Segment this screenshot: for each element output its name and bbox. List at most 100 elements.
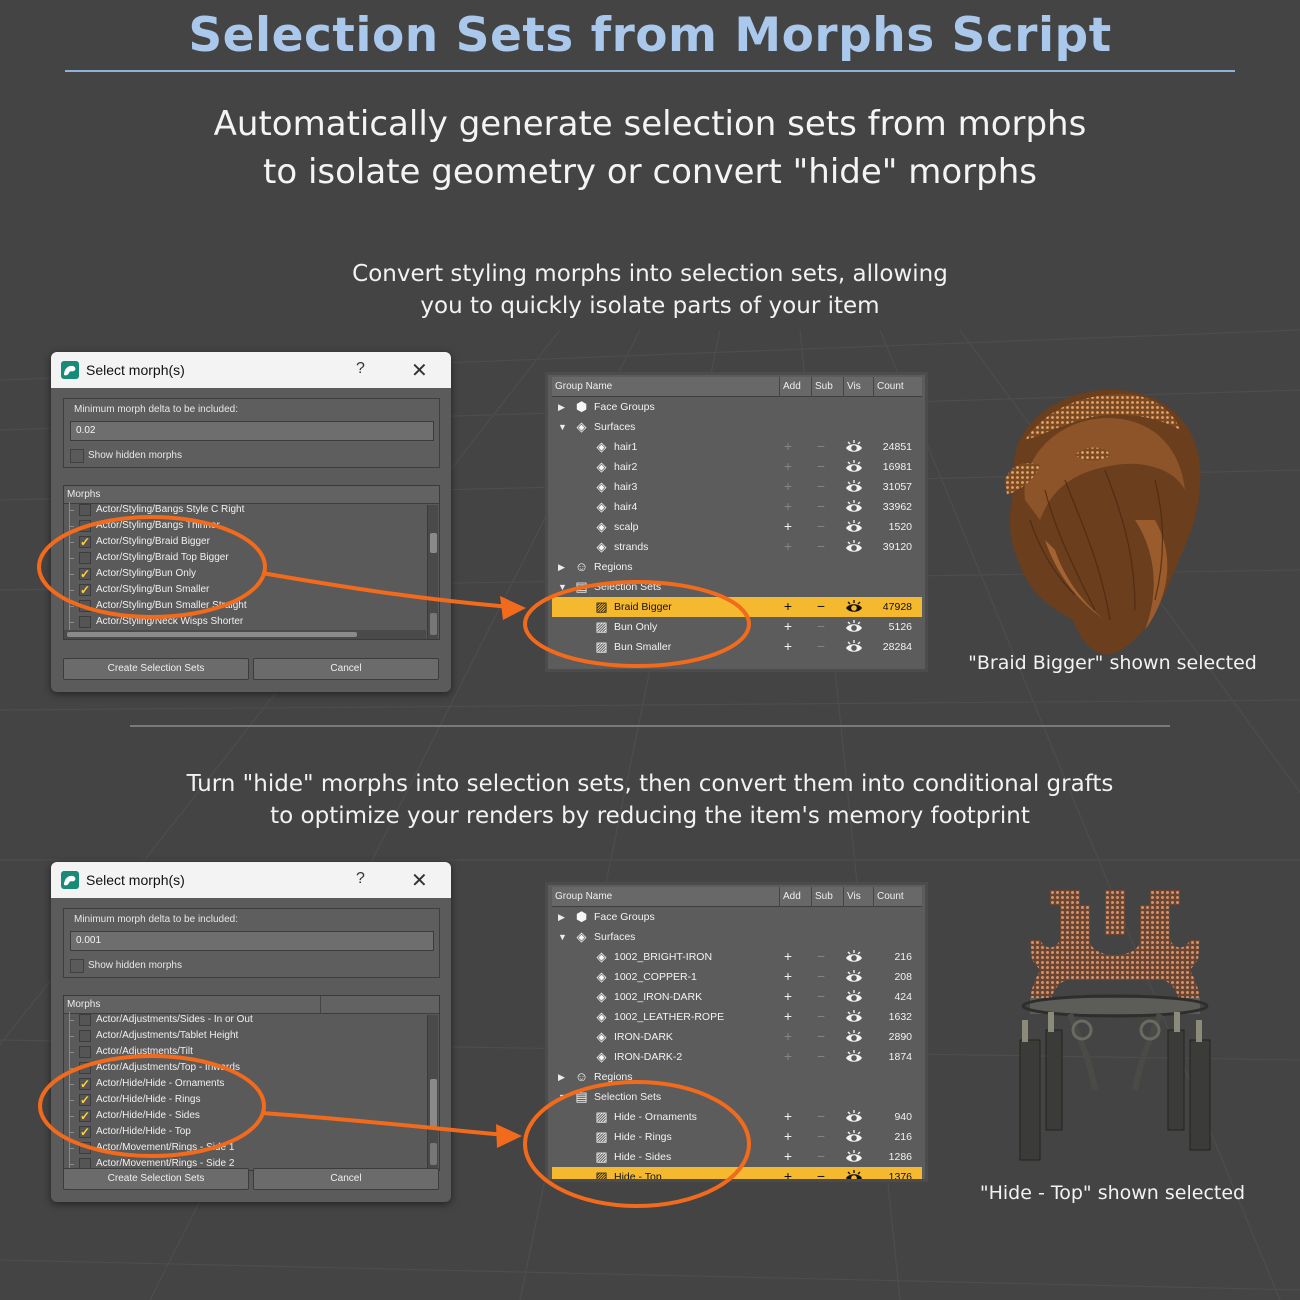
visibility-eye-icon[interactable] (845, 949, 863, 965)
subtract-button[interactable]: − (815, 458, 827, 474)
col-group-name[interactable]: Group Name (552, 887, 780, 907)
selection-set-row[interactable]: ▨ Hide - Sides + − 1286 (552, 1147, 922, 1167)
subtract-button[interactable]: − (815, 1168, 827, 1179)
morph-list-item[interactable]: Actor/Adjustments/Tablet Height (64, 1028, 426, 1044)
surface-row[interactable]: ◈ IRON-DARK-2 + − 1874 (552, 1047, 922, 1067)
morph-list-item[interactable]: ✓ Actor/Hide/Hide - Top (64, 1124, 426, 1140)
morph-list-item[interactable]: ✓ Actor/Styling/Bun Only (64, 566, 426, 582)
col-count[interactable]: Count (874, 377, 922, 397)
selection-set-row-selected[interactable]: ▨ Hide - Top + − 1376 (552, 1167, 922, 1179)
group-row-selection-sets[interactable]: ▼ ▤ Selection Sets (552, 577, 922, 597)
morph-checkbox[interactable] (79, 520, 91, 532)
help-button[interactable]: ? (356, 870, 365, 888)
visibility-eye-icon[interactable] (845, 619, 863, 635)
subtract-button[interactable]: − (815, 1148, 827, 1164)
morph-list-item[interactable]: ✓ Actor/Hide/Hide - Ornaments (64, 1076, 426, 1092)
group-row-selection-sets[interactable]: ▼ ▤ Selection Sets (552, 1087, 922, 1107)
scroll-arrows-icon[interactable] (430, 1143, 437, 1165)
selection-set-row[interactable]: ▨ Bun Only + − 5126 (552, 617, 922, 637)
selection-set-row[interactable]: ▨ Bun Smaller + − 28284 (552, 637, 922, 657)
add-button[interactable]: + (782, 458, 794, 474)
morph-checkbox[interactable] (79, 1014, 91, 1026)
subtract-button[interactable]: − (815, 988, 827, 1004)
selection-set-row[interactable]: ▨ Hide - Rings + − 216 (552, 1127, 922, 1147)
add-button[interactable]: + (782, 638, 794, 654)
vertical-scrollbar[interactable] (427, 505, 438, 639)
morph-checkbox[interactable] (79, 1142, 91, 1154)
visibility-eye-icon[interactable] (845, 639, 863, 655)
col-add[interactable]: Add (780, 377, 812, 397)
show-hidden-checkbox[interactable] (70, 449, 84, 463)
surface-row[interactable]: ◈ hair1 + − 24851 (552, 437, 922, 457)
group-row-surfaces[interactable]: ▼ ◈ Surfaces (552, 927, 922, 947)
morph-checkbox[interactable] (79, 504, 91, 516)
selection-set-row[interactable]: ▨ Hide - Ornaments + − 940 (552, 1107, 922, 1127)
subtract-button[interactable]: − (815, 498, 827, 514)
surface-row[interactable]: ◈ 1002_COPPER-1 + − 208 (552, 967, 922, 987)
add-button[interactable]: + (782, 988, 794, 1004)
add-button[interactable]: + (782, 1128, 794, 1144)
morph-checkbox[interactable] (79, 1030, 91, 1042)
visibility-eye-icon[interactable] (845, 499, 863, 515)
morph-list-item[interactable]: Actor/Adjustments/Top - Inwards (64, 1060, 426, 1076)
visibility-eye-icon[interactable] (845, 479, 863, 495)
visibility-eye-icon[interactable] (845, 1009, 863, 1025)
expand-arrow-icon[interactable]: ▶ (558, 912, 565, 923)
min-delta-input[interactable]: 0.02 (70, 421, 434, 441)
col-sub[interactable]: Sub (812, 887, 844, 907)
expand-arrow-icon[interactable]: ▶ (558, 562, 565, 573)
col-sub[interactable]: Sub (812, 377, 844, 397)
collapse-arrow-icon[interactable]: ▼ (558, 932, 567, 942)
subtract-button[interactable]: − (815, 518, 827, 534)
morph-list-item[interactable]: ✓ Actor/Hide/Hide - Sides (64, 1108, 426, 1124)
col-vis[interactable]: Vis (844, 887, 874, 907)
visibility-eye-icon[interactable] (845, 969, 863, 985)
surface-row[interactable]: ◈ 1002_BRIGHT-IRON + − 216 (552, 947, 922, 967)
help-button[interactable]: ? (356, 360, 365, 378)
morph-checkbox[interactable] (79, 552, 91, 564)
collapse-arrow-icon[interactable]: ▼ (558, 422, 567, 432)
subtract-button[interactable]: − (815, 1008, 827, 1024)
morph-checkbox[interactable]: ✓ (79, 1078, 91, 1090)
visibility-eye-icon[interactable] (845, 1049, 863, 1065)
add-button[interactable]: + (782, 1108, 794, 1124)
scroll-arrows-icon[interactable] (430, 613, 437, 635)
close-button[interactable]: ✕ (411, 358, 428, 383)
subtract-button[interactable]: − (815, 1128, 827, 1144)
add-button[interactable]: + (782, 538, 794, 554)
add-button[interactable]: + (782, 478, 794, 494)
surface-row[interactable]: ◈ 1002_LEATHER-ROPE + − 1632 (552, 1007, 922, 1027)
add-button[interactable]: + (782, 438, 794, 454)
cancel-button[interactable]: Cancel (253, 658, 439, 680)
surface-row[interactable]: ◈ scalp + − 1520 (552, 517, 922, 537)
morph-list-item[interactable]: ✓ Actor/Styling/Bun Smaller (64, 582, 426, 598)
visibility-eye-icon[interactable] (845, 459, 863, 475)
morph-list-item[interactable]: ✓ Actor/Styling/Braid Bigger (64, 534, 426, 550)
subtract-button[interactable]: − (815, 538, 827, 554)
horizontal-scrollbar[interactable] (64, 630, 426, 639)
morph-checkbox[interactable]: ✓ (79, 568, 91, 580)
visibility-eye-icon[interactable] (845, 1029, 863, 1045)
show-hidden-checkbox[interactable] (70, 959, 84, 973)
morph-checkbox[interactable] (79, 1062, 91, 1074)
add-button[interactable]: + (782, 1028, 794, 1044)
selection-set-row-selected[interactable]: ▨ Braid Bigger + − 47928 (552, 597, 922, 617)
visibility-eye-icon[interactable] (845, 1129, 863, 1145)
create-selection-sets-button[interactable]: Create Selection Sets (63, 1168, 249, 1190)
subtract-button[interactable]: − (815, 638, 827, 654)
scrollbar-thumb[interactable] (430, 1079, 437, 1129)
surface-row[interactable]: ◈ hair3 + − 31057 (552, 477, 922, 497)
visibility-eye-icon[interactable] (845, 439, 863, 455)
col-group-name[interactable]: Group Name (552, 377, 780, 397)
add-button[interactable]: + (782, 1148, 794, 1164)
visibility-eye-icon[interactable] (845, 1149, 863, 1165)
morph-list-item[interactable]: Actor/Styling/Braid Top Bigger (64, 550, 426, 566)
subtract-button[interactable]: − (815, 1028, 827, 1044)
add-button[interactable]: + (782, 968, 794, 984)
visibility-eye-icon[interactable] (845, 599, 863, 615)
morph-list-item[interactable]: Actor/Styling/Bangs Thinner (64, 518, 426, 534)
cancel-button[interactable]: Cancel (253, 1168, 439, 1190)
col-add[interactable]: Add (780, 887, 812, 907)
subtract-button[interactable]: − (815, 598, 827, 614)
add-button[interactable]: + (782, 948, 794, 964)
